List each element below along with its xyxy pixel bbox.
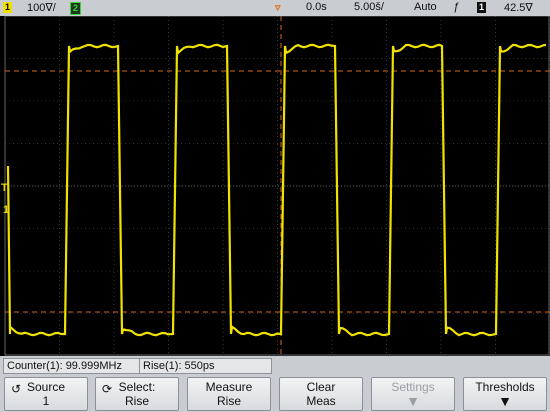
- select-button-value: Rise: [124, 394, 149, 408]
- counter-readout: Counter(1): 99.999MHz: [3, 358, 140, 374]
- channel1-scale: 100∇/: [27, 2, 56, 14]
- rise-readout: Rise(1): 550ps: [139, 358, 272, 374]
- trigger-position-icon: ▿: [275, 2, 281, 14]
- scope-status-bar: 1 100∇/ 2 ▿ 0.0s 5.00š/ Auto ƒ 1 42.5∇: [0, 0, 550, 16]
- settings-button[interactable]: Settings ▼: [371, 377, 455, 411]
- softkey-bar: ↺ Source 1 ⟳ Select: Rise Measure Rise C…: [0, 375, 550, 412]
- waveform-svg: [4, 15, 550, 357]
- measure-button-value: Rise: [216, 394, 241, 408]
- time-offset: 0.0s: [306, 1, 327, 13]
- select-button[interactable]: ⟳ Select: Rise: [95, 377, 179, 411]
- settings-button-label: Settings: [391, 380, 435, 394]
- trigger-mode: Auto: [414, 1, 437, 13]
- select-button-label: Select:: [118, 380, 156, 394]
- trigger-level: 42.5∇: [504, 2, 533, 14]
- source-button[interactable]: ↺ Source 1: [4, 377, 88, 411]
- rising-edge-icon: ƒ: [453, 1, 460, 13]
- trigger-source: 1: [477, 2, 486, 13]
- measure-button-label: Measure: [205, 380, 253, 394]
- channel2-number: 2: [70, 2, 81, 15]
- thresholds-button[interactable]: Thresholds ▼: [463, 377, 547, 411]
- source-button-value: 1: [42, 394, 50, 408]
- time-scale: 5.00š/: [354, 1, 384, 13]
- down-arrow-icon: ▼: [406, 393, 420, 409]
- source-button-label: Source: [26, 380, 66, 394]
- clear-button-value: Meas: [306, 394, 336, 408]
- channel1-ground-marker[interactable]: 1: [3, 204, 9, 216]
- graticule: [4, 15, 550, 357]
- trigger-level-marker[interactable]: T: [1, 182, 8, 194]
- down-arrow-icon: ▼: [498, 393, 512, 409]
- waveform-display[interactable]: T 1: [0, 15, 550, 357]
- measure-rise-button[interactable]: Measure Rise: [187, 377, 271, 411]
- clear-button-label: Clear: [306, 380, 336, 394]
- graticule-border: [4, 15, 550, 356]
- clear-meas-button[interactable]: Clear Meas: [279, 377, 363, 411]
- channel1-trace: [6, 43, 547, 337]
- measurement-status-bar: Counter(1): 99.999MHz Rise(1): 550ps: [0, 356, 550, 375]
- channel1-number: 1: [3, 2, 12, 13]
- thresholds-button-label: Thresholds: [475, 380, 535, 394]
